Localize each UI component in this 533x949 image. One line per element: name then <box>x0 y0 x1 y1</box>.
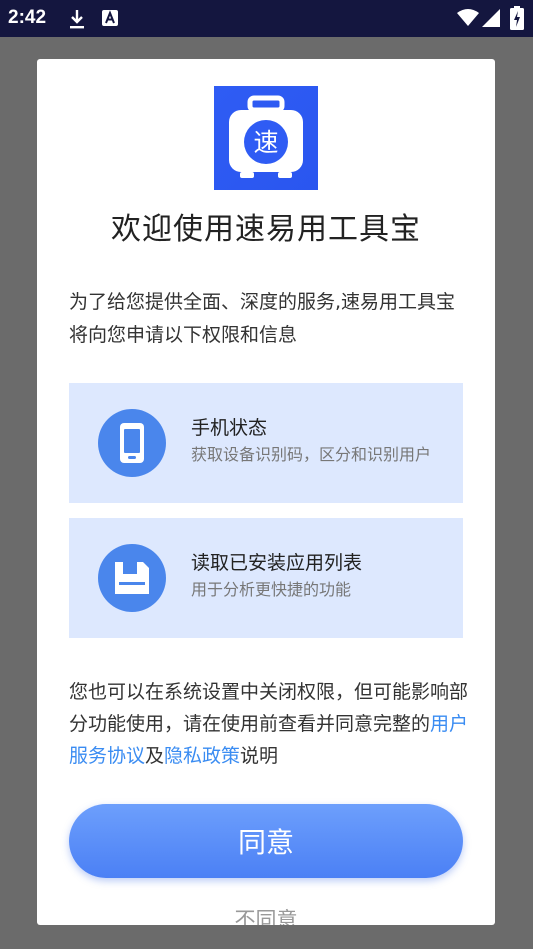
status-bar: 2:42 <box>0 0 533 37</box>
toolbox-icon: 速 <box>229 95 303 178</box>
permission-desc: 用于分析更快捷的功能 <box>191 580 352 599</box>
notice-prefix: 您也可以在系统设置中关闭权限，但可能影响部分功能使用，请在使用前查看并同意完整的 <box>69 681 469 735</box>
app-logo-char: 速 <box>253 128 278 157</box>
battery-icon <box>510 6 524 30</box>
permission-dialog: 速 欢迎使用速易用工具宝 为了给您提供全面、深度的服务,速易用工具宝将向您申请以… <box>37 59 495 925</box>
phone-icon <box>98 409 166 477</box>
notice-suffix: 说明 <box>240 745 279 767</box>
privacy-policy-link[interactable]: 隐私政策 <box>164 745 240 767</box>
permission-item-app-list: 读取已安装应用列表 用于分析更快捷的功能 <box>69 518 463 638</box>
disagree-button[interactable]: 不同意 <box>37 904 495 925</box>
permission-title: 手机状态 <box>191 417 268 439</box>
permission-desc: 获取设备识别码，区分和识别用户 <box>191 445 432 464</box>
agree-button[interactable]: 同意 <box>69 804 463 878</box>
app-logo: 速 <box>214 86 318 190</box>
notice-text: 您也可以在系统设置中关闭权限，但可能影响部分功能使用，请在使用前查看并同意完整的… <box>69 676 469 772</box>
status-time: 2:42 <box>8 7 47 28</box>
notice-mid: 及 <box>145 745 165 767</box>
app-list-icon <box>98 544 166 612</box>
wifi-icon <box>457 9 479 26</box>
permission-item-phone-state: 手机状态 获取设备识别码，区分和识别用户 <box>69 383 463 503</box>
dialog-title: 欢迎使用速易用工具宝 <box>111 212 421 247</box>
signal-icon <box>482 9 500 27</box>
a-icon <box>102 10 118 26</box>
permission-title: 读取已安装应用列表 <box>191 552 363 574</box>
download-icon <box>70 10 84 29</box>
intro-text: 为了给您提供全面、深度的服务,速易用工具宝将向您申请以下权限和信息 <box>69 291 456 346</box>
